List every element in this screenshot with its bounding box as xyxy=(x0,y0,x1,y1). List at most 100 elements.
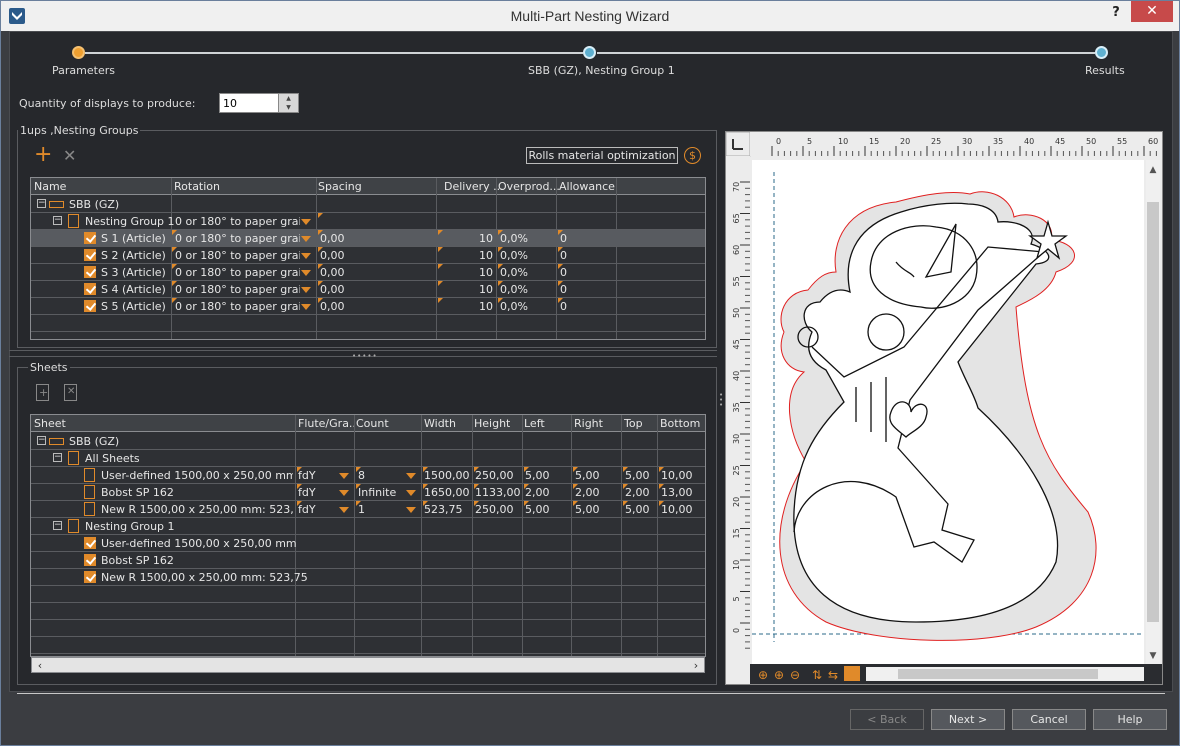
currency-icon[interactable]: $ xyxy=(684,147,701,164)
overprod-value[interactable]: 0,0% xyxy=(500,232,528,245)
table-row[interactable]: S 3 (Article) 0 or 180° to paper grain .… xyxy=(31,264,705,281)
dropdown-arrow-icon[interactable] xyxy=(406,473,416,479)
col-delivery[interactable]: Delivery ... xyxy=(444,180,504,193)
delivery-value[interactable]: 10 xyxy=(461,232,493,245)
delivery-value[interactable]: 10 xyxy=(461,300,493,313)
dropdown-arrow-icon[interactable] xyxy=(301,253,311,259)
delivery-value[interactable]: 10 xyxy=(461,283,493,296)
dropdown-arrow-icon[interactable] xyxy=(301,219,311,225)
col-flute[interactable]: Flute/Gra... xyxy=(298,417,354,430)
sheet-checkbox[interactable] xyxy=(84,571,96,583)
spin-down-icon[interactable]: ▼ xyxy=(279,103,298,112)
rolls-optimization-button[interactable]: Rolls material optimization xyxy=(526,147,678,164)
rotation-value[interactable]: 0 or 180° to paper grain ... xyxy=(175,266,300,279)
fit-height-icon[interactable]: ⇅ xyxy=(812,668,822,682)
overprod-value[interactable]: 0,0% xyxy=(500,300,528,313)
flute-value[interactable]: fdY xyxy=(298,503,316,516)
overprod-value[interactable]: 0,0% xyxy=(500,266,528,279)
add-sheet-icon[interactable]: + xyxy=(36,384,49,401)
collapse-icon[interactable]: − xyxy=(53,216,62,225)
zoom-out-icon[interactable]: ⊖ xyxy=(790,668,800,682)
article-checkbox[interactable] xyxy=(84,232,96,244)
table-row[interactable]: S 5 (Article) 0 or 180° to paper grain .… xyxy=(31,298,705,315)
table-row[interactable]: User-defined 1500,00 x 250,00 mm fdY 8 1… xyxy=(31,467,705,484)
count-value[interactable]: 1 xyxy=(358,503,365,516)
col-right[interactable]: Right xyxy=(574,417,603,430)
close-button[interactable]: ✕ xyxy=(1131,1,1173,22)
quantity-spin[interactable]: ▲ ▼ xyxy=(278,94,298,112)
col-overprod[interactable]: Overprod... xyxy=(498,180,560,193)
dropdown-arrow-icon[interactable] xyxy=(301,304,311,310)
spacing-value[interactable]: 0,00 xyxy=(320,300,345,313)
scroll-right-icon[interactable]: › xyxy=(689,659,703,672)
sheet-checkbox[interactable] xyxy=(84,537,96,549)
col-bottom[interactable]: Bottom xyxy=(660,417,700,430)
cancel-button[interactable]: Cancel xyxy=(1012,709,1086,730)
dropdown-arrow-icon[interactable] xyxy=(301,236,311,242)
quantity-input[interactable] xyxy=(221,95,279,111)
collapse-icon[interactable]: − xyxy=(53,521,62,530)
rotation-value[interactable]: 0 or 180° to paper grain ... xyxy=(175,249,300,262)
vertical-scroll-thumb[interactable] xyxy=(1147,202,1159,622)
zoom-fit-icon[interactable]: ⊕ xyxy=(774,668,784,682)
col-height[interactable]: Height xyxy=(474,417,510,430)
allowance-value[interactable]: 0 xyxy=(560,283,567,296)
table-row[interactable]: User-defined 1500,00 x 250,00 mm xyxy=(31,535,705,552)
table-row[interactable]: New R 1500,00 x 250,00 mm: 523,75 xyxy=(31,569,705,586)
dropdown-arrow-icon[interactable] xyxy=(339,473,349,479)
col-count[interactable]: Count xyxy=(356,417,389,430)
top-value[interactable]: 2,00 xyxy=(625,486,650,499)
scroll-left-icon[interactable]: ‹ xyxy=(33,659,47,672)
col-sheet[interactable]: Sheet xyxy=(34,417,66,430)
right-value[interactable]: 2,00 xyxy=(575,486,600,499)
col-left[interactable]: Left xyxy=(524,417,545,430)
dropdown-arrow-icon[interactable] xyxy=(301,287,311,293)
col-allowance[interactable]: Allowance xyxy=(559,180,615,193)
top-value[interactable]: 5,00 xyxy=(625,469,650,482)
width-value[interactable]: 1650,00 xyxy=(424,486,470,499)
width-value[interactable]: 1500,00 xyxy=(424,469,470,482)
image-icon[interactable] xyxy=(844,666,860,681)
overprod-value[interactable]: 0,0% xyxy=(500,249,528,262)
col-width[interactable]: Width xyxy=(424,417,456,430)
table-row[interactable]: S 2 (Article) 0 or 180° to paper grain .… xyxy=(31,247,705,264)
tree-row-group[interactable]: − Nesting Group 1 0 or 180° to paper gra… xyxy=(31,213,705,230)
vertical-splitter[interactable]: • • • xyxy=(717,113,723,685)
spacing-value[interactable]: 0,00 xyxy=(320,249,345,262)
count-value[interactable]: 8 xyxy=(358,469,365,482)
left-value[interactable]: 5,00 xyxy=(525,469,550,482)
col-spacing[interactable]: Spacing xyxy=(318,180,362,193)
delivery-value[interactable]: 10 xyxy=(461,249,493,262)
dropdown-arrow-icon[interactable] xyxy=(339,490,349,496)
delivery-value[interactable]: 10 xyxy=(461,266,493,279)
rotation-value[interactable]: 0 or 180° to paper grain ... xyxy=(175,300,300,313)
tree-row-sheet-group[interactable]: − Nesting Group 1 xyxy=(31,518,705,535)
quantity-stepper[interactable]: ▲▼ xyxy=(219,93,299,113)
flute-value[interactable]: fdY xyxy=(298,486,316,499)
col-top[interactable]: Top xyxy=(624,417,643,430)
table-row[interactable]: S 4 (Article) 0 or 180° to paper grain .… xyxy=(31,281,705,298)
spacing-value[interactable]: 0,00 xyxy=(320,283,345,296)
col-rotation[interactable]: Rotation xyxy=(174,180,220,193)
spacing-value[interactable]: 0,00 xyxy=(320,266,345,279)
top-value[interactable]: 5,00 xyxy=(625,503,650,516)
bottom-value[interactable]: 10,00 xyxy=(661,503,693,516)
sheets-horizontal-scrollbar[interactable]: ‹ › xyxy=(31,657,705,673)
collapse-icon[interactable]: − xyxy=(37,436,46,445)
collapse-icon[interactable]: − xyxy=(53,453,62,462)
dropdown-arrow-icon[interactable] xyxy=(406,490,416,496)
help-icon[interactable]: ? xyxy=(1109,5,1123,20)
zoom-in-icon[interactable]: ⊕ xyxy=(758,668,768,682)
allowance-value[interactable]: 0 xyxy=(560,266,567,279)
height-value[interactable]: 250,00 xyxy=(475,503,514,516)
article-checkbox[interactable] xyxy=(84,249,96,261)
flute-value[interactable]: fdY xyxy=(298,469,316,482)
bottom-value[interactable]: 10,00 xyxy=(661,469,693,482)
tree-row-all-sheets[interactable]: − All Sheets xyxy=(31,450,705,467)
next-button[interactable]: Next > xyxy=(931,709,1005,730)
height-value[interactable]: 1133,00 xyxy=(475,486,521,499)
collapse-icon[interactable]: − xyxy=(37,199,46,208)
sheet-checkbox[interactable] xyxy=(84,554,96,566)
overprod-value[interactable]: 0,0% xyxy=(500,283,528,296)
fit-width-icon[interactable]: ⇆ xyxy=(828,668,838,682)
